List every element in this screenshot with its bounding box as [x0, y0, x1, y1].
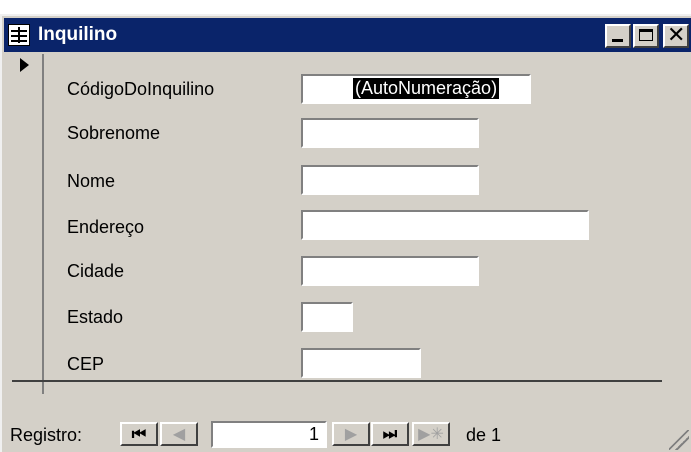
form-footer-divider — [12, 380, 662, 382]
close-icon: ✕ — [667, 23, 686, 48]
first-record-button[interactable]: ⏮ — [120, 422, 158, 446]
new-record-button[interactable]: ▶✳ — [412, 422, 450, 446]
cep-field[interactable] — [301, 348, 421, 378]
resize-grip-icon[interactable] — [669, 430, 689, 450]
current-record-arrow-icon — [20, 58, 29, 72]
codigo-field[interactable]: (AutoNumeração) — [301, 74, 531, 104]
minimize-button[interactable] — [605, 24, 631, 48]
record-selector[interactable] — [12, 54, 44, 394]
next-record-button[interactable]: ▶ — [332, 422, 370, 446]
form-icon — [8, 24, 30, 46]
title-bar[interactable]: Inquilino ✕ — [4, 18, 691, 52]
maximize-icon — [639, 29, 653, 41]
previous-record-button[interactable]: ◀ — [160, 422, 198, 446]
field-label-estado: Estado — [67, 307, 124, 327]
window-title: Inquilino — [38, 24, 118, 45]
field-label-codigo: CódigoDoInquilino — [67, 79, 215, 99]
codigo-value: (AutoNumeração) — [353, 78, 500, 99]
record-count: de 1 — [466, 425, 502, 445]
record-number-input[interactable]: 1 — [211, 421, 327, 448]
minimize-icon — [612, 39, 623, 42]
field-label-cep: CEP — [67, 354, 105, 374]
field-label-sobrenome: Sobrenome — [67, 123, 161, 143]
close-button[interactable]: ✕ — [663, 23, 689, 48]
field-label-nome: Nome — [67, 171, 116, 191]
estado-field[interactable] — [301, 302, 353, 332]
sobrenome-field[interactable] — [301, 118, 479, 148]
last-record-button[interactable]: ⏭ — [371, 422, 409, 446]
record-label: Registro: — [10, 425, 83, 445]
field-label-endereco: Endereço — [67, 217, 145, 237]
field-label-cidade: Cidade — [67, 261, 125, 281]
nome-field[interactable] — [301, 165, 479, 195]
endereco-field[interactable] — [301, 210, 589, 240]
cidade-field[interactable] — [301, 256, 479, 286]
maximize-button[interactable] — [633, 24, 659, 48]
